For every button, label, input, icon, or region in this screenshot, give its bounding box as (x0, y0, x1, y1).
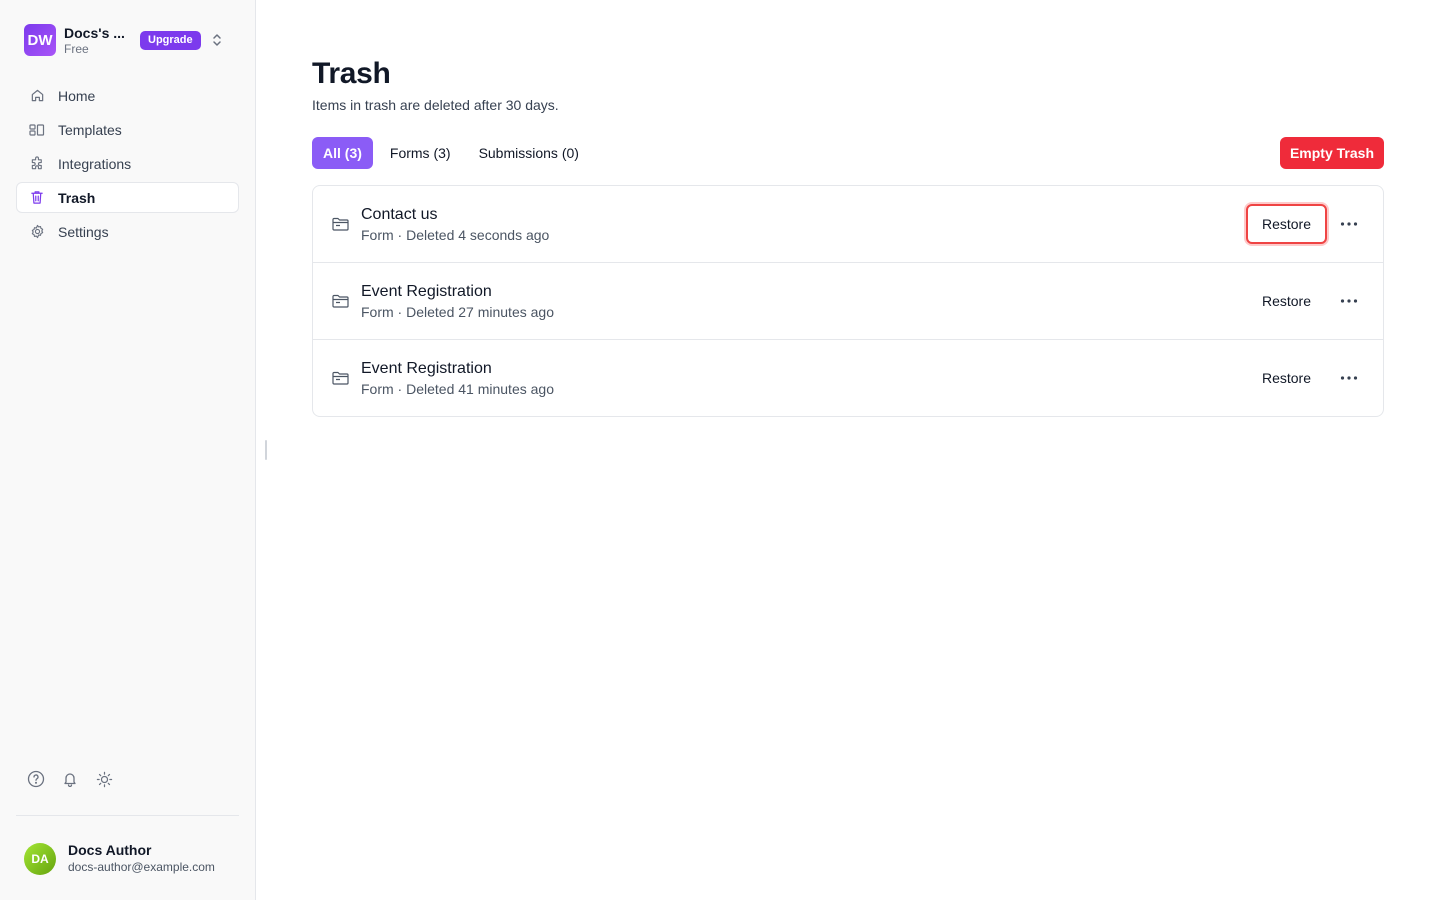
sidebar-item-templates[interactable]: Templates (16, 114, 239, 145)
item-actions: Restore (1246, 281, 1365, 321)
filter-tabs: All (3) Forms (3) Submissions (0) (312, 137, 1384, 169)
sidebar-item-label: Trash (58, 189, 96, 206)
list-item: Event Registration Form · Deleted 41 min… (313, 340, 1383, 416)
sidebar-item-home[interactable]: Home (16, 80, 239, 111)
user-name: Docs Author (68, 842, 152, 858)
folder-icon (331, 370, 349, 386)
upgrade-button[interactable]: Upgrade (140, 30, 201, 50)
workspace-name: Docs's ... (64, 24, 125, 41)
workspace-switcher[interactable]: DW Docs's ... Free Upgrade (16, 22, 240, 58)
templates-icon (29, 122, 45, 138)
list-item: Event Registration Form · Deleted 27 min… (313, 263, 1383, 340)
more-options-icon[interactable] (1333, 208, 1365, 240)
trash-list: Contact us Form · Deleted 4 seconds ago … (312, 185, 1384, 417)
gear-icon (29, 224, 45, 240)
page-subtitle: Items in trash are deleted after 30 days… (312, 97, 559, 113)
sidebar-nav: Home Templates Integrations Trash Settin… (16, 80, 239, 250)
sidebar-item-trash[interactable]: Trash (16, 182, 239, 213)
toolbar: All (3) Forms (3) Submissions (0) Empty … (312, 137, 1384, 169)
trash-icon (29, 190, 45, 206)
workspace-plan: Free (64, 41, 89, 56)
list-item: Contact us Form · Deleted 4 seconds ago … (313, 186, 1383, 263)
empty-trash-button[interactable]: Empty Trash (1279, 137, 1384, 169)
bell-icon[interactable] (60, 769, 80, 789)
restore-button[interactable]: Restore (1246, 281, 1327, 321)
page-title: Trash (312, 57, 391, 90)
home-icon (29, 88, 45, 104)
item-meta: Form · Deleted 41 minutes ago (361, 380, 554, 397)
restore-button[interactable]: Restore (1246, 358, 1327, 398)
help-icon[interactable] (26, 769, 46, 789)
more-options-icon[interactable] (1333, 285, 1365, 317)
sidebar-item-label: Templates (58, 121, 122, 138)
sidebar-item-label: Settings (58, 223, 109, 240)
sidebar-item-settings[interactable]: Settings (16, 216, 239, 247)
sidebar-item-integrations[interactable]: Integrations (16, 148, 239, 179)
item-text: Contact us Form · Deleted 4 seconds ago (361, 205, 549, 244)
workspace-logo: DW (24, 24, 56, 56)
item-actions: Restore (1245, 204, 1365, 244)
folder-icon (331, 293, 349, 309)
item-title: Event Registration (361, 282, 492, 300)
puzzle-icon (29, 156, 45, 172)
tab-all[interactable]: All (3) (312, 137, 373, 169)
folder-icon (331, 216, 349, 232)
item-actions: Restore (1246, 358, 1365, 398)
user-menu[interactable]: DA Docs Author docs-author@example.com (24, 842, 215, 875)
restore-button[interactable]: Restore (1245, 204, 1327, 244)
item-text: Event Registration Form · Deleted 41 min… (361, 359, 554, 398)
user-email: docs-author@example.com (68, 860, 215, 874)
item-title: Contact us (361, 205, 438, 223)
more-options-icon[interactable] (1333, 362, 1365, 394)
item-meta: Form · Deleted 27 minutes ago (361, 303, 554, 320)
tab-forms[interactable]: Forms (3) (379, 137, 462, 169)
sidebar: DW Docs's ... Free Upgrade Home Template… (0, 0, 256, 900)
chevron-up-down-icon (211, 32, 223, 48)
item-text: Event Registration Form · Deleted 27 min… (361, 282, 554, 321)
sidebar-item-label: Integrations (58, 155, 132, 172)
sidebar-divider (16, 815, 239, 816)
sidebar-resize-handle[interactable] (265, 440, 267, 460)
sidebar-utility-icons (26, 769, 114, 789)
item-title: Event Registration (361, 359, 492, 377)
sidebar-item-label: Home (58, 87, 96, 104)
user-text: Docs Author docs-author@example.com (68, 842, 215, 875)
sun-icon[interactable] (94, 769, 114, 789)
tab-submissions[interactable]: Submissions (0) (468, 137, 590, 169)
item-meta: Form · Deleted 4 seconds ago (361, 226, 550, 243)
workspace-text: Docs's ... Free (64, 25, 134, 56)
avatar: DA (24, 842, 56, 875)
main-content: Trash Items in trash are deleted after 3… (312, 56, 1384, 417)
